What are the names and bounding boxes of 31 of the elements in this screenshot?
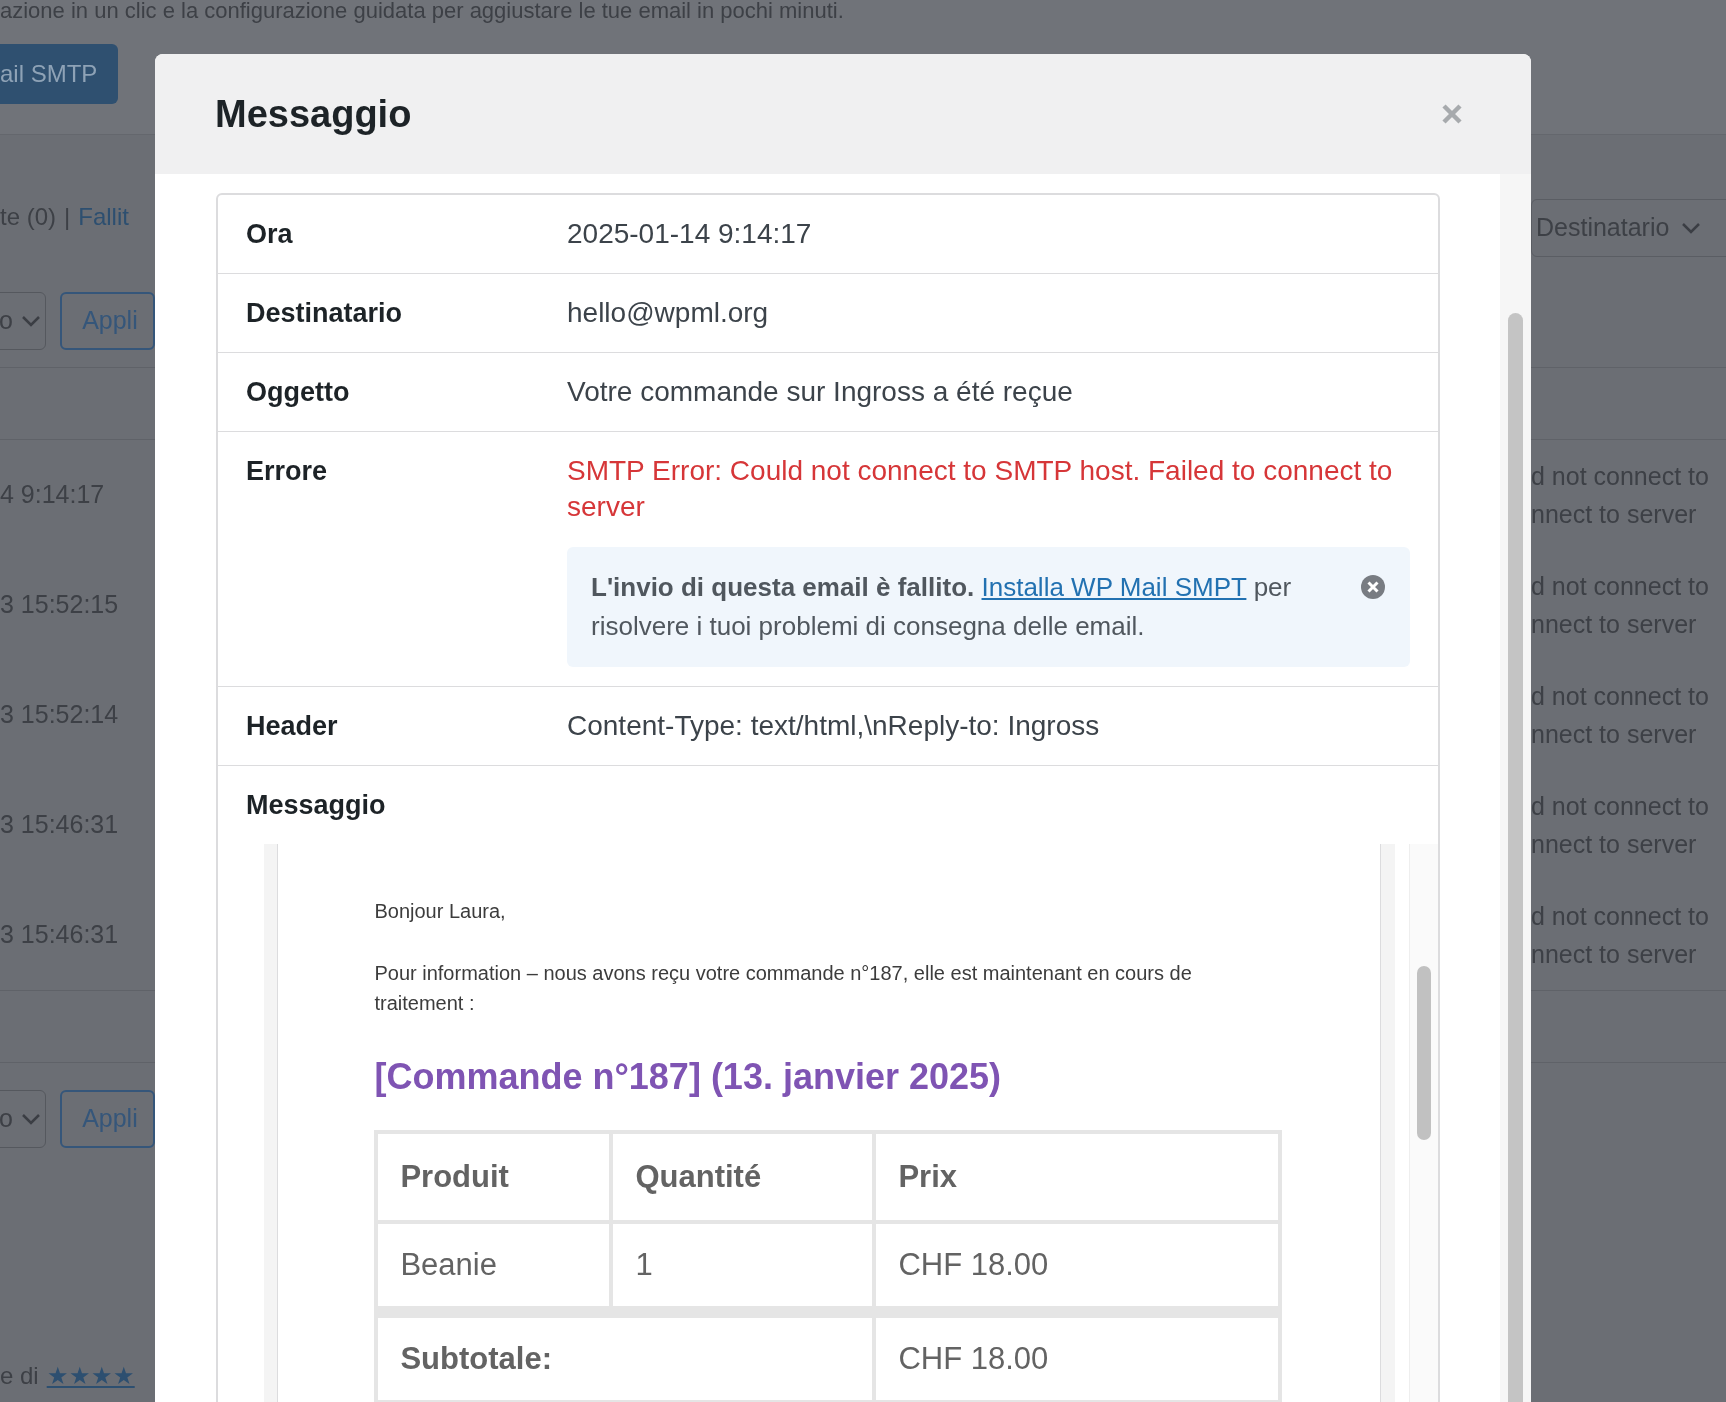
- chevron-down-icon: [20, 315, 41, 327]
- rating-link[interactable]: ★★★★: [46, 1358, 135, 1394]
- email-greeting: Bonjour Laura,: [374, 899, 507, 924]
- field-value: hello@wpml.org: [567, 296, 770, 330]
- field-label: Destinatario: [246, 297, 404, 330]
- field-value: Votre commande sur Ingross a été reçue: [567, 375, 1074, 409]
- chevron-down-icon: [1681, 222, 1702, 234]
- filter-link[interactable]: Fallit: [78, 199, 129, 235]
- field-label: Oggetto: [246, 376, 351, 409]
- filter-separator: |: [64, 202, 71, 232]
- column-header: Quantité: [611, 1132, 875, 1222]
- install-link[interactable]: Installa WP Mail SMPT: [981, 572, 1247, 602]
- email-intro: Pour information – nous avons reçu votre commande n°187, elle est maintenant en cours de traitement :: [374, 961, 1193, 1016]
- field-label: Header: [246, 710, 339, 743]
- error-message: SMTP Error: Could not connect to SMTP host. Failed to connect to server: [567, 454, 1394, 524]
- smtp-button[interactable]: ail SMTP: [0, 44, 118, 104]
- field-label: Messaggio: [246, 789, 387, 822]
- field-value: Content-Type: text/html,\nReply-to: Ingross: [567, 709, 1101, 743]
- order-heading: [Commande n°187] (13. janvier 2025): [374, 1055, 1003, 1099]
- column-header: Produit: [376, 1132, 612, 1222]
- field-value: 2025-01-14 9:14:17: [567, 217, 813, 251]
- close-icon[interactable]: [1441, 103, 1463, 125]
- chevron-down-icon: [20, 1113, 41, 1125]
- dismiss-icon[interactable]: [1360, 574, 1386, 600]
- field-label: Errore: [246, 455, 329, 488]
- field-label: Ora: [246, 218, 294, 251]
- notice-text: L'invio di questa email è fallito. Installa WP Mail SMPT per risolvere i tuoi problemi di consegna delle email.: [591, 571, 1293, 643]
- scrollbar-thumb[interactable]: [1417, 966, 1432, 1140]
- column-header: Prix: [874, 1132, 1281, 1222]
- scrollbar-thumb[interactable]: [1508, 313, 1523, 1402]
- dialog-title: Messaggio: [215, 91, 412, 137]
